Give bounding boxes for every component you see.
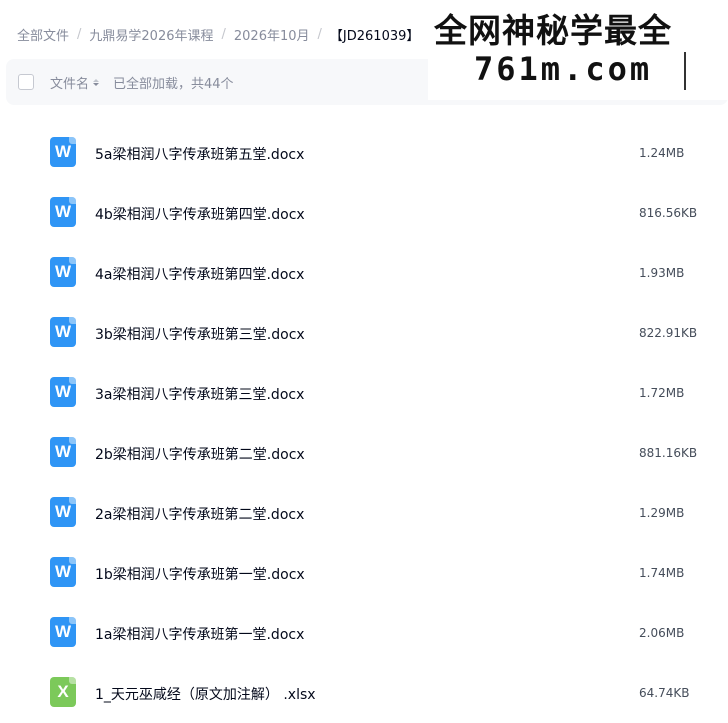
- file-name[interactable]: 2b梁相润八字传承班第二堂.docx: [95, 444, 305, 464]
- file-row[interactable]: W 1a梁相润八字传承班第一堂.docx 2.06MB: [0, 603, 728, 663]
- excel-file-icon: X: [50, 677, 76, 707]
- file-name[interactable]: 1a梁相润八字传承班第一堂.docx: [95, 624, 304, 644]
- file-name[interactable]: 1b梁相润八字传承班第一堂.docx: [95, 564, 305, 584]
- word-file-icon: W: [50, 437, 76, 467]
- watermark-overlay: 全网神秘学最全 761m.com: [428, 0, 728, 100]
- file-size: 1.74MB: [639, 566, 685, 580]
- word-file-icon: W: [50, 617, 76, 647]
- file-size: 64.74KB: [639, 686, 690, 700]
- file-row[interactable]: W 2a梁相润八字传承班第二堂.docx 1.29MB: [0, 483, 728, 543]
- file-row[interactable]: W 4a梁相润八字传承班第四堂.docx 1.93MB: [0, 243, 728, 303]
- file-size: 1.24MB: [639, 146, 685, 160]
- name-column-label: 文件名: [50, 76, 90, 92]
- word-file-icon: W: [50, 317, 76, 347]
- breadcrumb-separator: /: [221, 26, 226, 42]
- file-size: 881.16KB: [639, 446, 698, 460]
- word-file-icon: W: [50, 137, 76, 167]
- file-size: 1.72MB: [639, 386, 685, 400]
- file-size: 1.29MB: [639, 506, 685, 520]
- file-row[interactable]: W 4b梁相润八字传承班第四堂.docx 816.56KB: [0, 183, 728, 243]
- breadcrumb-item-all-files[interactable]: 全部文件: [17, 25, 69, 44]
- breadcrumb-item-current-folder: 【JD261039】: [329, 28, 420, 44]
- breadcrumb-separator: /: [77, 26, 82, 42]
- file-name[interactable]: 4b梁相润八字传承班第四堂.docx: [95, 204, 305, 224]
- file-name[interactable]: 1_天元巫咸经（原文加注解） .xlsx: [95, 684, 316, 704]
- watermark-line1: 全网神秘学最全: [434, 11, 672, 50]
- file-size: 822.91KB: [639, 326, 698, 340]
- name-column-sort[interactable]: 文件名: [50, 73, 100, 92]
- sort-icon: [93, 78, 100, 86]
- file-size: 1.93MB: [639, 266, 685, 280]
- load-status-text: 已全部加载，共44个: [113, 76, 234, 92]
- breadcrumb-item-course-folder[interactable]: 九鼎易学2026年课程: [89, 25, 213, 44]
- file-name[interactable]: 4a梁相润八字传承班第四堂.docx: [95, 264, 304, 284]
- file-row[interactable]: W 2b梁相润八字传承班第二堂.docx 881.16KB: [0, 423, 728, 483]
- file-size: 2.06MB: [639, 626, 685, 640]
- word-file-icon: W: [50, 377, 76, 407]
- file-name[interactable]: 3b梁相润八字传承班第三堂.docx: [95, 324, 305, 344]
- file-list: W 5a梁相润八字传承班第五堂.docx 1.24MB W 4b梁相润八字传承班…: [0, 123, 728, 723]
- select-all-checkbox[interactable]: [18, 74, 34, 90]
- word-file-icon: W: [50, 497, 76, 527]
- file-row[interactable]: W 3a梁相润八字传承班第三堂.docx 1.72MB: [0, 363, 728, 423]
- word-file-icon: W: [50, 257, 76, 287]
- file-name[interactable]: 3a梁相润八字传承班第三堂.docx: [95, 384, 304, 404]
- file-row[interactable]: X 1_天元巫咸经（原文加注解） .xlsx 64.74KB: [0, 663, 728, 723]
- word-file-icon: W: [50, 197, 76, 227]
- breadcrumb-separator: /: [317, 26, 322, 42]
- watermark-divider: [684, 52, 686, 90]
- word-file-icon: W: [50, 557, 76, 587]
- file-row[interactable]: W 1b梁相润八字传承班第一堂.docx 1.74MB: [0, 543, 728, 603]
- file-size: 816.56KB: [639, 206, 698, 220]
- file-row[interactable]: W 3b梁相润八字传承班第三堂.docx 822.91KB: [0, 303, 728, 363]
- file-name[interactable]: 5a梁相润八字传承班第五堂.docx: [95, 144, 304, 164]
- file-row[interactable]: W 5a梁相润八字传承班第五堂.docx 1.24MB: [0, 123, 728, 183]
- breadcrumb-item-month-folder[interactable]: 2026年10月: [234, 25, 310, 44]
- watermark-line2: 761m.com: [474, 50, 653, 88]
- breadcrumb: 全部文件 / 九鼎易学2026年课程 / 2026年10月 / 【JD26103…: [17, 24, 419, 44]
- file-name[interactable]: 2a梁相润八字传承班第二堂.docx: [95, 504, 304, 524]
